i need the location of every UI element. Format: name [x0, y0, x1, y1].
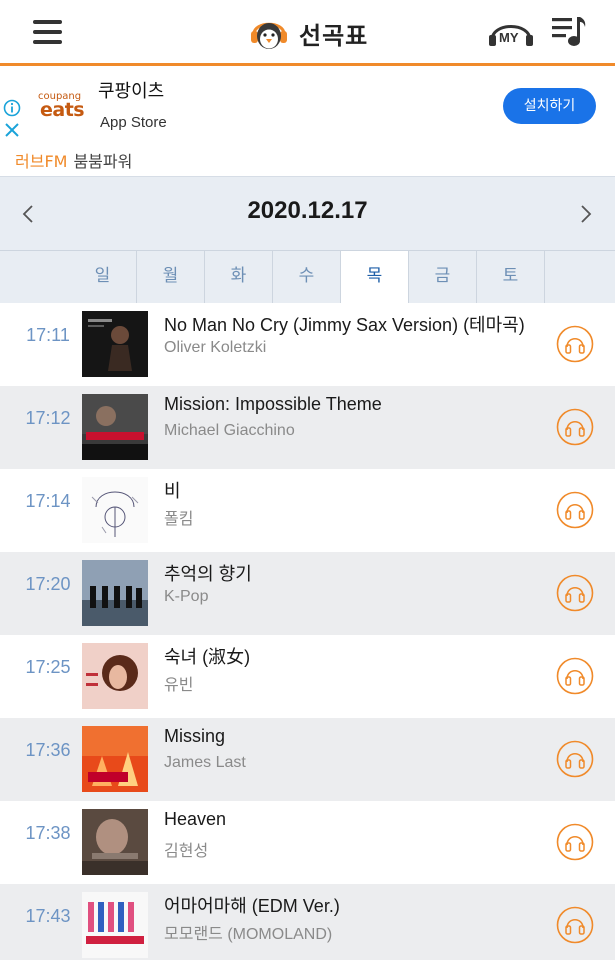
headphones-icon[interactable]	[556, 574, 594, 612]
song-artist: Michael Giacchino	[164, 422, 295, 439]
song-row[interactable]: 17:25 숙녀 (淑女) 유빈	[0, 635, 615, 718]
app-logo[interactable]: 선곡표	[247, 14, 368, 52]
program-name: 붐붐파워	[73, 152, 133, 171]
headphones-icon[interactable]	[556, 325, 594, 363]
song-artist: James Last	[164, 754, 246, 771]
program-label: 러브FM 붐붐파워	[15, 148, 132, 172]
close-icon[interactable]	[3, 121, 21, 139]
song-row[interactable]: 17:20 추억의 향기 K-Pop	[0, 552, 615, 635]
song-artist: 폴킴	[164, 511, 194, 528]
day-tab[interactable]: 월	[137, 251, 205, 304]
current-date: 2020.12.17	[247, 197, 368, 224]
album-art[interactable]	[82, 477, 148, 543]
ad-subtitle: App Store	[100, 114, 167, 131]
install-button[interactable]: 설치하기	[503, 88, 596, 124]
headphones-icon[interactable]	[556, 657, 594, 695]
page-title: 선곡표	[299, 21, 369, 50]
day-tab[interactable]: 금	[409, 251, 477, 304]
my-button[interactable]: MY	[488, 18, 534, 48]
song-row[interactable]: 17:36 Missing James Last	[0, 718, 615, 801]
song-row[interactable]: 17:43 어마어마해 (EDM Ver.) 모모랜드 (MOMOLAND)	[0, 884, 615, 960]
song-artist: 모모랜드 (MOMOLAND)	[164, 926, 333, 943]
day-tab[interactable]: 수	[273, 251, 341, 304]
day-tabs: 일월화수목금토	[0, 250, 615, 305]
ad-title: 쿠팡이츠	[98, 81, 165, 102]
song-title[interactable]: 비	[164, 477, 540, 503]
song-row[interactable]: 17:38 Heaven 김현성	[0, 801, 615, 884]
ad-brand-logo: coupang eats	[38, 91, 85, 121]
top-bar: 선곡표 MY	[0, 0, 615, 66]
my-label: MY	[499, 30, 519, 45]
day-tab[interactable]: 토	[477, 251, 545, 304]
song-title[interactable]: Missing	[164, 726, 540, 747]
chevron-right-icon[interactable]	[576, 203, 596, 225]
song-row[interactable]: 17:12 Mission: Impossible Theme Michael Gi…	[0, 386, 615, 469]
album-art[interactable]	[82, 560, 148, 626]
ad-banner[interactable]: coupang eats 쿠팡이츠 App Store 설치하기 러브FM 붐붐파…	[0, 69, 615, 176]
song-title[interactable]: 숙녀 (淑女)	[164, 643, 540, 669]
date-navigator: 2020.12.17	[0, 176, 615, 250]
penguin-headphones-icon	[251, 22, 287, 49]
song-row[interactable]: 17:11 No Man No Cry (Jimmy Sax Version) (…	[0, 303, 615, 386]
song-row[interactable]: 17:14 비 폴킴	[0, 469, 615, 552]
info-icon[interactable]	[3, 99, 21, 117]
song-artist: 김현성	[164, 843, 209, 860]
day-tab[interactable]: 화	[205, 251, 273, 304]
album-art[interactable]	[82, 892, 148, 958]
song-artist: 유빈	[164, 677, 194, 694]
headphones-icon[interactable]	[556, 740, 594, 778]
song-title[interactable]: 어마어마해 (EDM Ver.)	[164, 892, 540, 918]
song-artist: Oliver Koletzki	[164, 339, 267, 356]
playlist-music-icon[interactable]	[550, 15, 588, 49]
album-art[interactable]	[82, 726, 148, 792]
headphones-icon[interactable]	[556, 491, 594, 529]
headphones-icon[interactable]	[556, 906, 594, 944]
song-title[interactable]: 추억의 향기	[164, 560, 540, 586]
station-name: 러브FM	[15, 152, 68, 171]
song-list: 17:11 No Man No Cry (Jimmy Sax Version) (…	[0, 303, 615, 960]
day-tab[interactable]: 일	[69, 251, 137, 304]
album-art[interactable]	[82, 809, 148, 875]
album-art[interactable]	[82, 643, 148, 709]
song-title[interactable]: No Man No Cry (Jimmy Sax Version) (테마곡)	[164, 311, 540, 337]
album-art[interactable]	[82, 311, 148, 377]
song-title[interactable]: Heaven	[164, 809, 540, 830]
hamburger-menu-icon[interactable]	[33, 20, 63, 44]
song-title[interactable]: Mission: Impossible Theme	[164, 394, 540, 415]
day-tab[interactable]: 목	[341, 251, 409, 305]
album-art[interactable]	[82, 394, 148, 460]
headphones-icon[interactable]	[556, 408, 594, 446]
song-artist: K-Pop	[164, 588, 209, 605]
headphones-icon[interactable]	[556, 823, 594, 861]
